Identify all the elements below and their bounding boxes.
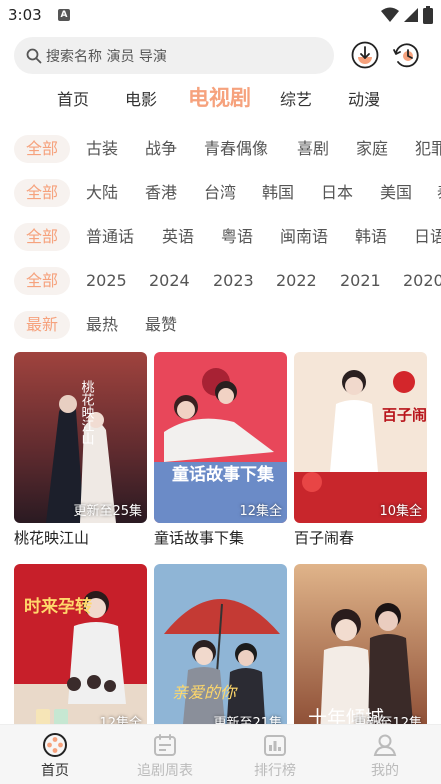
episode-badge: 12集全 — [99, 716, 142, 724]
film-reel-icon — [43, 733, 67, 757]
filter-chip[interactable]: 英语 — [162, 223, 194, 251]
drama-grid: 桃花映江山 更新至25集 桃花映江山 童话故事下集 12集全 童话故事下集 百子… — [0, 352, 441, 724]
poster-title-art: 童话故事下集 — [172, 464, 275, 485]
signal-icon — [404, 8, 418, 22]
language-filter-row: 全部 普通话 英语 粤语 闽南语 韩语 日语 — [0, 221, 441, 253]
status-icons — [381, 6, 433, 24]
year-filter-row: 全部 2025 2024 2023 2022 2021 2020 — [0, 265, 441, 297]
filter-chip[interactable]: 2020 — [403, 267, 441, 295]
poster-title-art: 桃花映江山 — [79, 380, 95, 445]
profile-icon — [373, 734, 397, 756]
filter-chip[interactable]: 家庭 — [356, 135, 388, 163]
filter-chip[interactable]: 最热 — [86, 311, 118, 339]
bottom-nav-label: 追剧周表 — [137, 763, 193, 779]
filter-chip[interactable]: 2025 — [86, 267, 127, 295]
status-bar: 3:03 A — [0, 0, 441, 32]
calendar-icon — [154, 734, 176, 756]
battery-icon — [423, 6, 433, 24]
filter-chip[interactable]: 2023 — [213, 267, 254, 295]
bottom-nav-home[interactable]: 首页 — [10, 733, 100, 780]
filter-chip[interactable]: 2024 — [149, 267, 190, 295]
bottom-nav-schedule[interactable]: 追剧周表 — [120, 733, 210, 780]
tab-tv-series[interactable]: 电视剧 — [188, 82, 251, 112]
download-icon[interactable] — [350, 40, 380, 70]
drama-card[interactable]: 百子闹春 10集全 百子闹春 — [294, 352, 427, 548]
drama-title: 童话故事下集 — [154, 529, 245, 547]
bottom-nav-profile[interactable]: 我的 — [340, 733, 430, 780]
filter-chip[interactable]: 普通话 — [86, 223, 134, 251]
tab-variety[interactable]: 综艺 — [280, 86, 312, 110]
poster-image: 童话故事下集 12集全 — [154, 352, 287, 523]
filter-chip[interactable]: 粤语 — [221, 223, 253, 251]
filter-chip[interactable]: 大陆 — [86, 179, 118, 207]
notification-icon: A — [58, 9, 70, 21]
tab-home[interactable]: 首页 — [57, 86, 89, 110]
filter-chip[interactable]: 2022 — [276, 267, 317, 295]
status-time: 3:03 — [8, 6, 42, 24]
poster-title-art: 亲爱的你 — [172, 683, 238, 702]
filter-chip[interactable]: 全部 — [14, 267, 71, 295]
filter-chip[interactable]: 战争 — [145, 135, 177, 163]
drama-card[interactable]: 时来孕转 12集全 — [14, 564, 147, 724]
poster-title-art: 时来孕转 — [24, 596, 92, 617]
history-icon[interactable] — [392, 40, 422, 70]
bottom-nav-ranking[interactable]: 排行榜 — [230, 733, 320, 780]
filter-chip[interactable]: 最新 — [14, 311, 71, 339]
filter-chip[interactable]: 2021 — [340, 267, 381, 295]
poster-image: 亲爱的你 更新至21集 — [154, 564, 287, 724]
drama-card[interactable]: 亲爱的你 更新至21集 — [154, 564, 287, 724]
genre-filter-row: 全部 古装 战争 青春偶像 喜剧 家庭 犯罪 — [0, 133, 441, 165]
bottom-nav-label: 排行榜 — [254, 763, 296, 779]
filter-chip[interactable]: 台湾 — [204, 179, 236, 207]
episode-badge: 更新至21集 — [213, 716, 282, 724]
filter-chip[interactable]: 日语 — [414, 223, 441, 251]
filter-chip[interactable]: 日本 — [321, 179, 353, 207]
filter-chip[interactable]: 最赞 — [145, 311, 177, 339]
bottom-nav: 首页 追剧周表 排行榜 我的 — [0, 724, 441, 784]
sort-filter-row: 最新 最热 最赞 — [0, 309, 441, 341]
episode-badge: 更新至12集 — [353, 716, 422, 724]
poster-image: 时来孕转 12集全 — [14, 564, 147, 724]
search-row: 搜索名称 演员 导演 — [0, 37, 441, 77]
category-tabs: 首页 电影 电视剧 综艺 动漫 — [0, 80, 441, 120]
filter-chip[interactable]: 犯罪 — [415, 135, 441, 163]
poster-image: 十年倾城 更新至12集 — [294, 564, 427, 724]
filter-chip[interactable]: 韩国 — [262, 179, 294, 207]
wifi-icon — [381, 7, 399, 22]
drama-card[interactable]: 十年倾城 更新至12集 — [294, 564, 427, 724]
drama-title: 百子闹春 — [294, 529, 355, 547]
filter-chip[interactable]: 韩语 — [355, 223, 387, 251]
tab-movie[interactable]: 电影 — [125, 86, 157, 110]
search-input[interactable]: 搜索名称 演员 导演 — [14, 37, 334, 74]
poster-image: 桃花映江山 更新至25集 — [14, 352, 147, 523]
episode-badge: 更新至25集 — [73, 504, 142, 519]
drama-title: 桃花映江山 — [14, 529, 90, 547]
filter-chip[interactable]: 美国 — [380, 179, 412, 207]
episode-badge: 10集全 — [379, 504, 422, 519]
filter-chip[interactable]: 古装 — [86, 135, 118, 163]
filter-chip[interactable]: 全部 — [14, 179, 71, 207]
ranking-icon — [264, 735, 286, 756]
filter-chip[interactable]: 闽南语 — [280, 223, 328, 251]
search-icon — [26, 48, 42, 63]
bottom-nav-label: 我的 — [371, 763, 399, 779]
drama-card[interactable]: 桃花映江山 更新至25集 桃花映江山 — [14, 352, 147, 548]
filter-chip[interactable]: 喜剧 — [297, 135, 329, 163]
filter-chip[interactable]: 青春偶像 — [204, 135, 268, 163]
tab-anime[interactable]: 动漫 — [348, 86, 380, 110]
poster-image: 百子闹春 10集全 — [294, 352, 427, 523]
poster-title-art: 百子闹春 — [382, 406, 427, 424]
filter-chip[interactable]: 全部 — [14, 135, 71, 163]
filter-chip[interactable]: 香港 — [145, 179, 177, 207]
search-placeholder: 搜索名称 演员 导演 — [46, 48, 167, 65]
drama-card[interactable]: 童话故事下集 12集全 童话故事下集 — [154, 352, 287, 548]
region-filter-row: 全部 大陆 香港 台湾 韩国 日本 美国 泰国 — [0, 177, 441, 209]
filter-chip[interactable]: 全部 — [14, 223, 71, 251]
filter-chip[interactable]: 泰国 — [437, 179, 441, 207]
episode-badge: 12集全 — [239, 504, 282, 519]
bottom-nav-label: 首页 — [41, 763, 69, 779]
